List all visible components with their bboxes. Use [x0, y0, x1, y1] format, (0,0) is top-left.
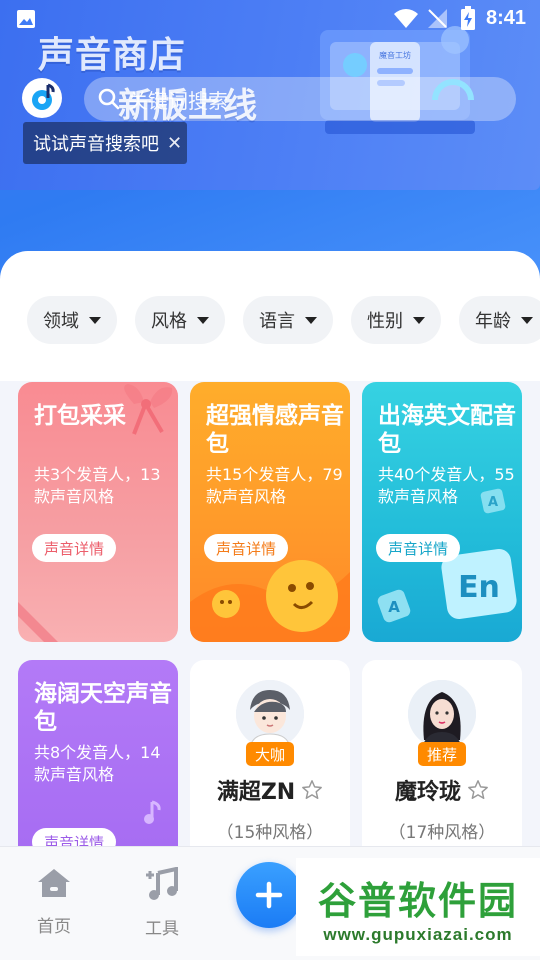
- caret-down-icon: [413, 316, 425, 324]
- pack-card-dabao[interactable]: 打包采采 共3个发音人，13款声音风格 声音详情: [18, 382, 178, 642]
- caret-down-icon: [305, 316, 317, 324]
- pack-description: 共15个发音人，79款声音风格: [206, 465, 343, 506]
- filter-domain[interactable]: 领域: [27, 296, 117, 344]
- app-logo[interactable]: [22, 78, 62, 118]
- wifi-icon: [394, 9, 418, 28]
- style-count: （17种风格）: [388, 823, 496, 843]
- voice-name: 魔玲珑: [394, 780, 461, 805]
- caret-down-icon: [197, 316, 209, 324]
- ribbon-decoration: [18, 602, 58, 642]
- pack-description: 共40个发音人，55款声音风格: [378, 465, 515, 506]
- pack-card-english[interactable]: A En A 出海英文配音包 共40个发音人，55款声音风格 声音详情: [362, 382, 522, 642]
- music-note-logo-icon: [26, 82, 58, 114]
- tooltip-text: 试试声音搜索吧: [33, 134, 159, 155]
- filter-label: 语言: [259, 311, 295, 332]
- watermark-url: www.gupuxiazai.com: [323, 924, 513, 944]
- pack-description: 共8个发音人，14款声音风格: [34, 743, 161, 784]
- star-outline-icon[interactable]: [301, 779, 323, 801]
- voice-detail-button[interactable]: 声音详情: [204, 534, 289, 562]
- filter-bar: 领域 风格 语言 性别 年龄: [27, 296, 540, 344]
- nav-label: 首页: [37, 917, 71, 937]
- voice-card-manchao[interactable]: 大咖 满超ZN （15种风格）: [190, 660, 350, 860]
- cartoon-boy-avatar-icon: [236, 680, 304, 748]
- filter-language[interactable]: 语言: [243, 296, 333, 344]
- voice-name-row: 满超ZN: [190, 774, 350, 806]
- pack-card-emotion[interactable]: 超强情感声音包 共15个发音人，79款声音风格 声音详情: [190, 382, 350, 642]
- filter-label: 性别: [367, 311, 403, 332]
- nav-tools[interactable]: 工具: [122, 866, 202, 939]
- voice-detail-button[interactable]: 声音详情: [376, 534, 461, 562]
- search-icon: [98, 88, 120, 110]
- status-badge: 大咖: [245, 742, 295, 766]
- pack-title: 超强情感声音包: [206, 403, 344, 457]
- home-icon: [38, 869, 70, 897]
- banner-title: 声音商店: [38, 35, 187, 76]
- music-tool-icon: [146, 866, 178, 900]
- image-icon: [17, 10, 35, 28]
- filter-label: 领域: [43, 311, 79, 332]
- caret-down-icon: [521, 316, 533, 324]
- promo-art-label: 魔音工坊: [379, 50, 411, 60]
- avatar: [408, 680, 476, 748]
- music-note-icon: [144, 800, 161, 824]
- filter-style[interactable]: 风格: [135, 296, 225, 344]
- pack-title: 出海英文配音包: [378, 403, 516, 457]
- create-button[interactable]: [236, 862, 302, 928]
- style-count: （15种风格）: [216, 823, 324, 843]
- svg-text:A: A: [388, 598, 400, 616]
- voice-search-tooltip: 试试声音搜索吧 ✕: [23, 122, 187, 164]
- filter-age[interactable]: 年龄: [459, 296, 540, 344]
- filter-label: 风格: [151, 311, 187, 332]
- nav-home[interactable]: 首页: [14, 867, 94, 937]
- caret-down-icon: [89, 316, 101, 324]
- nav-label: 工具: [145, 919, 179, 939]
- woman-avatar-icon: [408, 680, 476, 748]
- pack-description: 共3个发音人，13款声音风格: [34, 465, 161, 506]
- close-icon[interactable]: ✕: [167, 133, 182, 154]
- site-watermark: 谷普软件园 www.gupuxiazai.com: [296, 858, 540, 956]
- pack-title: 海阔天空声音包: [34, 681, 172, 735]
- plus-icon: [255, 881, 283, 909]
- status-badge: 推荐: [417, 742, 467, 766]
- watermark-title: 谷普软件园: [317, 878, 518, 923]
- battery-charging-icon: [461, 6, 475, 30]
- pack-card-haikuo[interactable]: 海阔天空声音包 共8个发音人，14款声音风格 声音详情: [18, 660, 178, 860]
- filter-label: 年龄: [475, 311, 511, 332]
- voice-card-molinglong[interactable]: 推荐 魔玲珑 （17种风格）: [362, 660, 522, 860]
- voice-detail-button[interactable]: 声音详情: [32, 534, 117, 562]
- filter-gender[interactable]: 性别: [351, 296, 441, 344]
- search-placeholder: 关键词搜索: [128, 88, 228, 113]
- star-outline-icon[interactable]: [467, 779, 489, 801]
- avatar: [236, 680, 304, 748]
- search-input[interactable]: 关键词搜索: [84, 77, 516, 121]
- svg-text:En: En: [458, 570, 500, 605]
- status-time: 8:41: [486, 7, 527, 29]
- voice-name: 满超ZN: [216, 780, 296, 805]
- no-signal-icon: [428, 9, 447, 28]
- pack-title: 打包采采: [34, 403, 126, 429]
- voice-name-row: 魔玲珑: [362, 774, 522, 806]
